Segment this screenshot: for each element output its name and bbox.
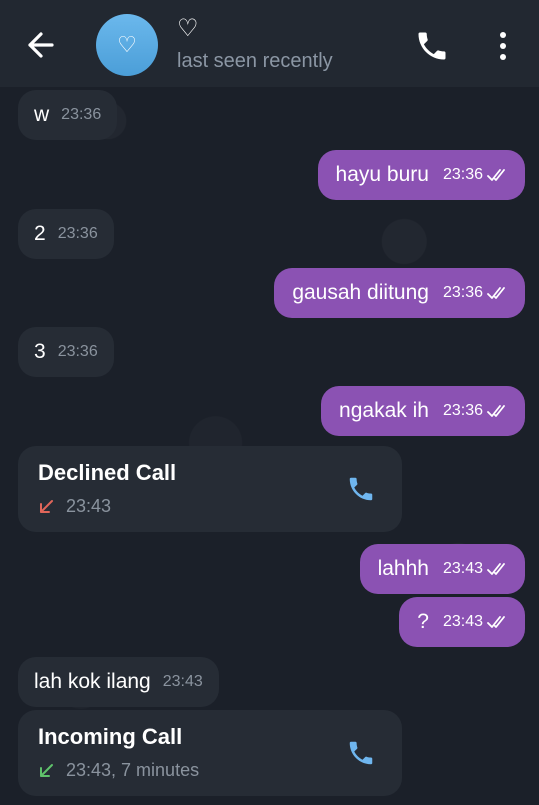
message-text: hayu buru [335, 163, 429, 186]
incoming-call-card[interactable]: Incoming Call 23:43, 7 minutes [18, 710, 402, 796]
message-time: 23:43 [162, 673, 203, 690]
incoming-message[interactable]: w 23:36 [18, 90, 118, 140]
double-check-icon [487, 405, 505, 417]
incoming-message[interactable]: 2 23:36 [18, 209, 114, 259]
chat-title[interactable]: ♡ [177, 14, 199, 43]
message-text: ngakak ih [339, 399, 429, 422]
outgoing-message[interactable]: ngakak ih 23:36 [321, 386, 525, 436]
outgoing-message[interactable]: hayu buru 23:36 [317, 150, 525, 200]
arrow-left-icon[interactable] [22, 28, 62, 62]
message-time: 23:36 [57, 225, 98, 242]
call-title: Incoming Call [38, 724, 183, 749]
arrow-down-left-icon [40, 764, 53, 777]
double-check-icon [487, 563, 505, 575]
outgoing-message[interactable]: gausah diitung 23:36 [274, 268, 525, 318]
message-text: 2 [34, 222, 46, 245]
message-text: 3 [34, 340, 46, 363]
avatar-glyph: ♡ [117, 32, 137, 57]
chat-header: ♡ ♡ last seen recently [0, 0, 539, 87]
outgoing-message[interactable]: ? 23:43 [399, 597, 525, 647]
outgoing-message[interactable]: lahhh 23:43 [359, 544, 525, 594]
message-time: 23:43 [442, 613, 483, 630]
double-check-icon [487, 616, 505, 628]
arrow-down-left-icon [40, 500, 53, 513]
more-vertical-icon[interactable] [492, 28, 514, 64]
incoming-message[interactable]: lah kok ilang 23:43 [18, 657, 219, 707]
message-time: 23:43 [442, 560, 483, 577]
message-text: ? [417, 610, 429, 633]
phone-icon[interactable] [346, 738, 376, 768]
call-time: 23:43 [66, 496, 112, 516]
phone-icon[interactable] [346, 474, 376, 504]
double-check-icon [487, 287, 505, 299]
message-text: lahhh [377, 557, 429, 580]
incoming-message[interactable]: 3 23:36 [18, 327, 114, 377]
avatar[interactable]: ♡ [96, 14, 158, 76]
declined-call-card[interactable]: Declined Call 23:43 [18, 446, 402, 532]
message-time: 23:36 [61, 106, 102, 123]
message-time: 23:36 [442, 402, 483, 419]
message-time: 23:36 [442, 284, 483, 301]
call-title: Declined Call [38, 460, 177, 485]
message-text: w [34, 103, 50, 126]
call-time: 23:43, 7 minutes [66, 760, 200, 780]
message-time: 23:36 [57, 343, 98, 360]
double-check-icon [487, 169, 505, 181]
last-seen-status: last seen recently [177, 50, 333, 72]
phone-icon[interactable] [414, 28, 450, 64]
message-time: 23:36 [442, 166, 483, 183]
message-text: gausah diitung [292, 281, 429, 304]
message-text: lah kok ilang [34, 670, 151, 693]
